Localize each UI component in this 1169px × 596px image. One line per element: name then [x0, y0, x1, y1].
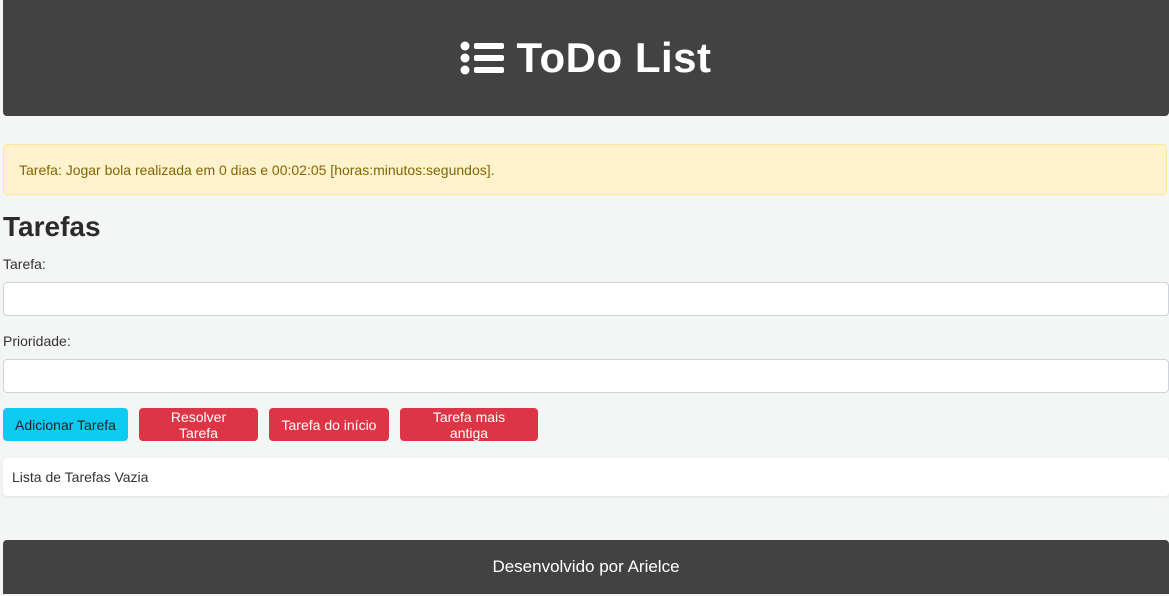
resolve-task-button[interactable]: Resolver Tarefa: [139, 408, 258, 441]
task-list: Lista de Tarefas Vazia: [3, 458, 1169, 496]
list-icon: [460, 41, 505, 75]
add-task-button[interactable]: Adicionar Tarefa: [3, 408, 128, 441]
section-title: Tarefas: [3, 211, 101, 242]
empty-list-message: Lista de Tarefas Vazia: [12, 469, 149, 485]
priority-input[interactable]: [3, 359, 1169, 393]
first-task-button[interactable]: Tarefa do início: [269, 408, 389, 441]
priority-label: Prioridade:: [3, 333, 71, 349]
app-footer: Desenvolvido por Arielce: [3, 540, 1169, 594]
app-header: ToDo List: [3, 0, 1169, 116]
alert-message: Tarefa: Jogar bola realizada em 0 dias e…: [19, 161, 495, 178]
completion-alert: Tarefa: Jogar bola realizada em 0 dias e…: [3, 144, 1167, 195]
oldest-task-button[interactable]: Tarefa mais antiga: [400, 408, 538, 441]
task-input[interactable]: [3, 282, 1169, 316]
app-title: ToDo List: [516, 34, 712, 81]
footer-text: Desenvolvido por Arielce: [492, 557, 680, 576]
task-label: Tarefa:: [3, 256, 46, 272]
